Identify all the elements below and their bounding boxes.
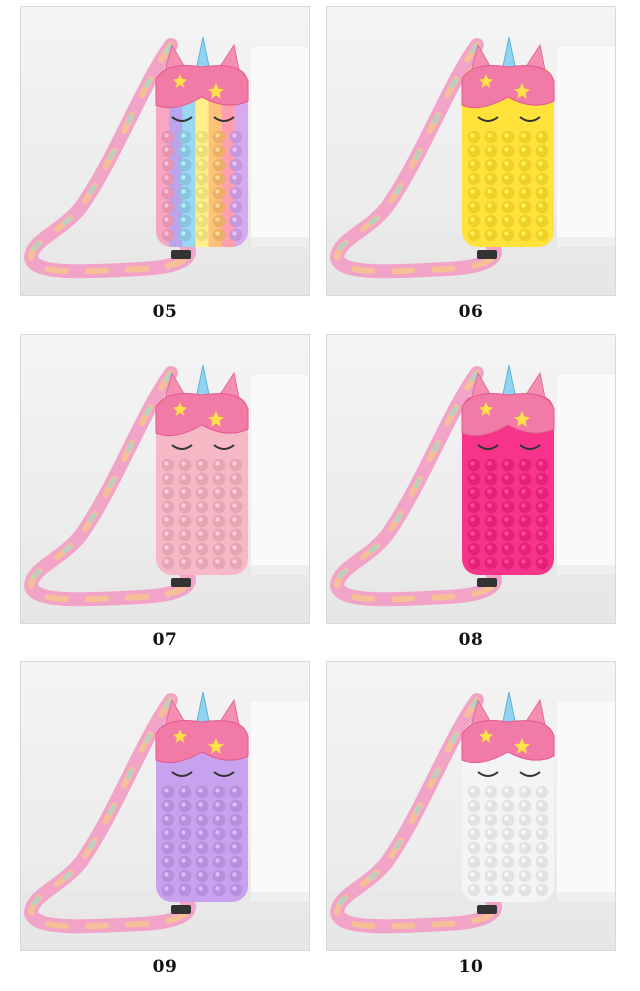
unicorn-bag-illustration	[327, 691, 615, 950]
strap-buckle	[171, 250, 191, 259]
product-number: 07	[152, 630, 178, 650]
unicorn-bag-illustration	[21, 36, 309, 295]
strap-buckle	[171, 905, 191, 914]
strap-buckle	[171, 578, 191, 587]
unicorn-bag-illustration	[21, 691, 309, 950]
product-photo[interactable]	[20, 661, 310, 951]
backdrop-box	[557, 702, 615, 902]
product-number: 05	[152, 302, 178, 322]
strap-buckle	[477, 578, 497, 587]
backdrop-box	[557, 47, 615, 247]
backdrop-box	[251, 702, 309, 902]
backdrop-box	[251, 47, 309, 247]
backdrop-box	[557, 375, 615, 575]
unicorn-bag-illustration	[327, 36, 615, 295]
product-number: 06	[458, 302, 484, 322]
product-photo[interactable]	[20, 6, 310, 296]
strap-buckle	[477, 905, 497, 914]
strap-buckle	[477, 250, 497, 259]
product-number: 08	[458, 630, 484, 650]
product-photo[interactable]	[326, 661, 616, 951]
product-number: 10	[458, 957, 484, 977]
unicorn-bag-illustration	[21, 364, 309, 623]
product-photo[interactable]	[326, 6, 616, 296]
product-number: 09	[152, 957, 178, 977]
product-photo[interactable]	[20, 334, 310, 624]
backdrop-box	[251, 375, 309, 575]
product-photo[interactable]	[326, 334, 616, 624]
unicorn-bag-illustration	[327, 364, 615, 623]
